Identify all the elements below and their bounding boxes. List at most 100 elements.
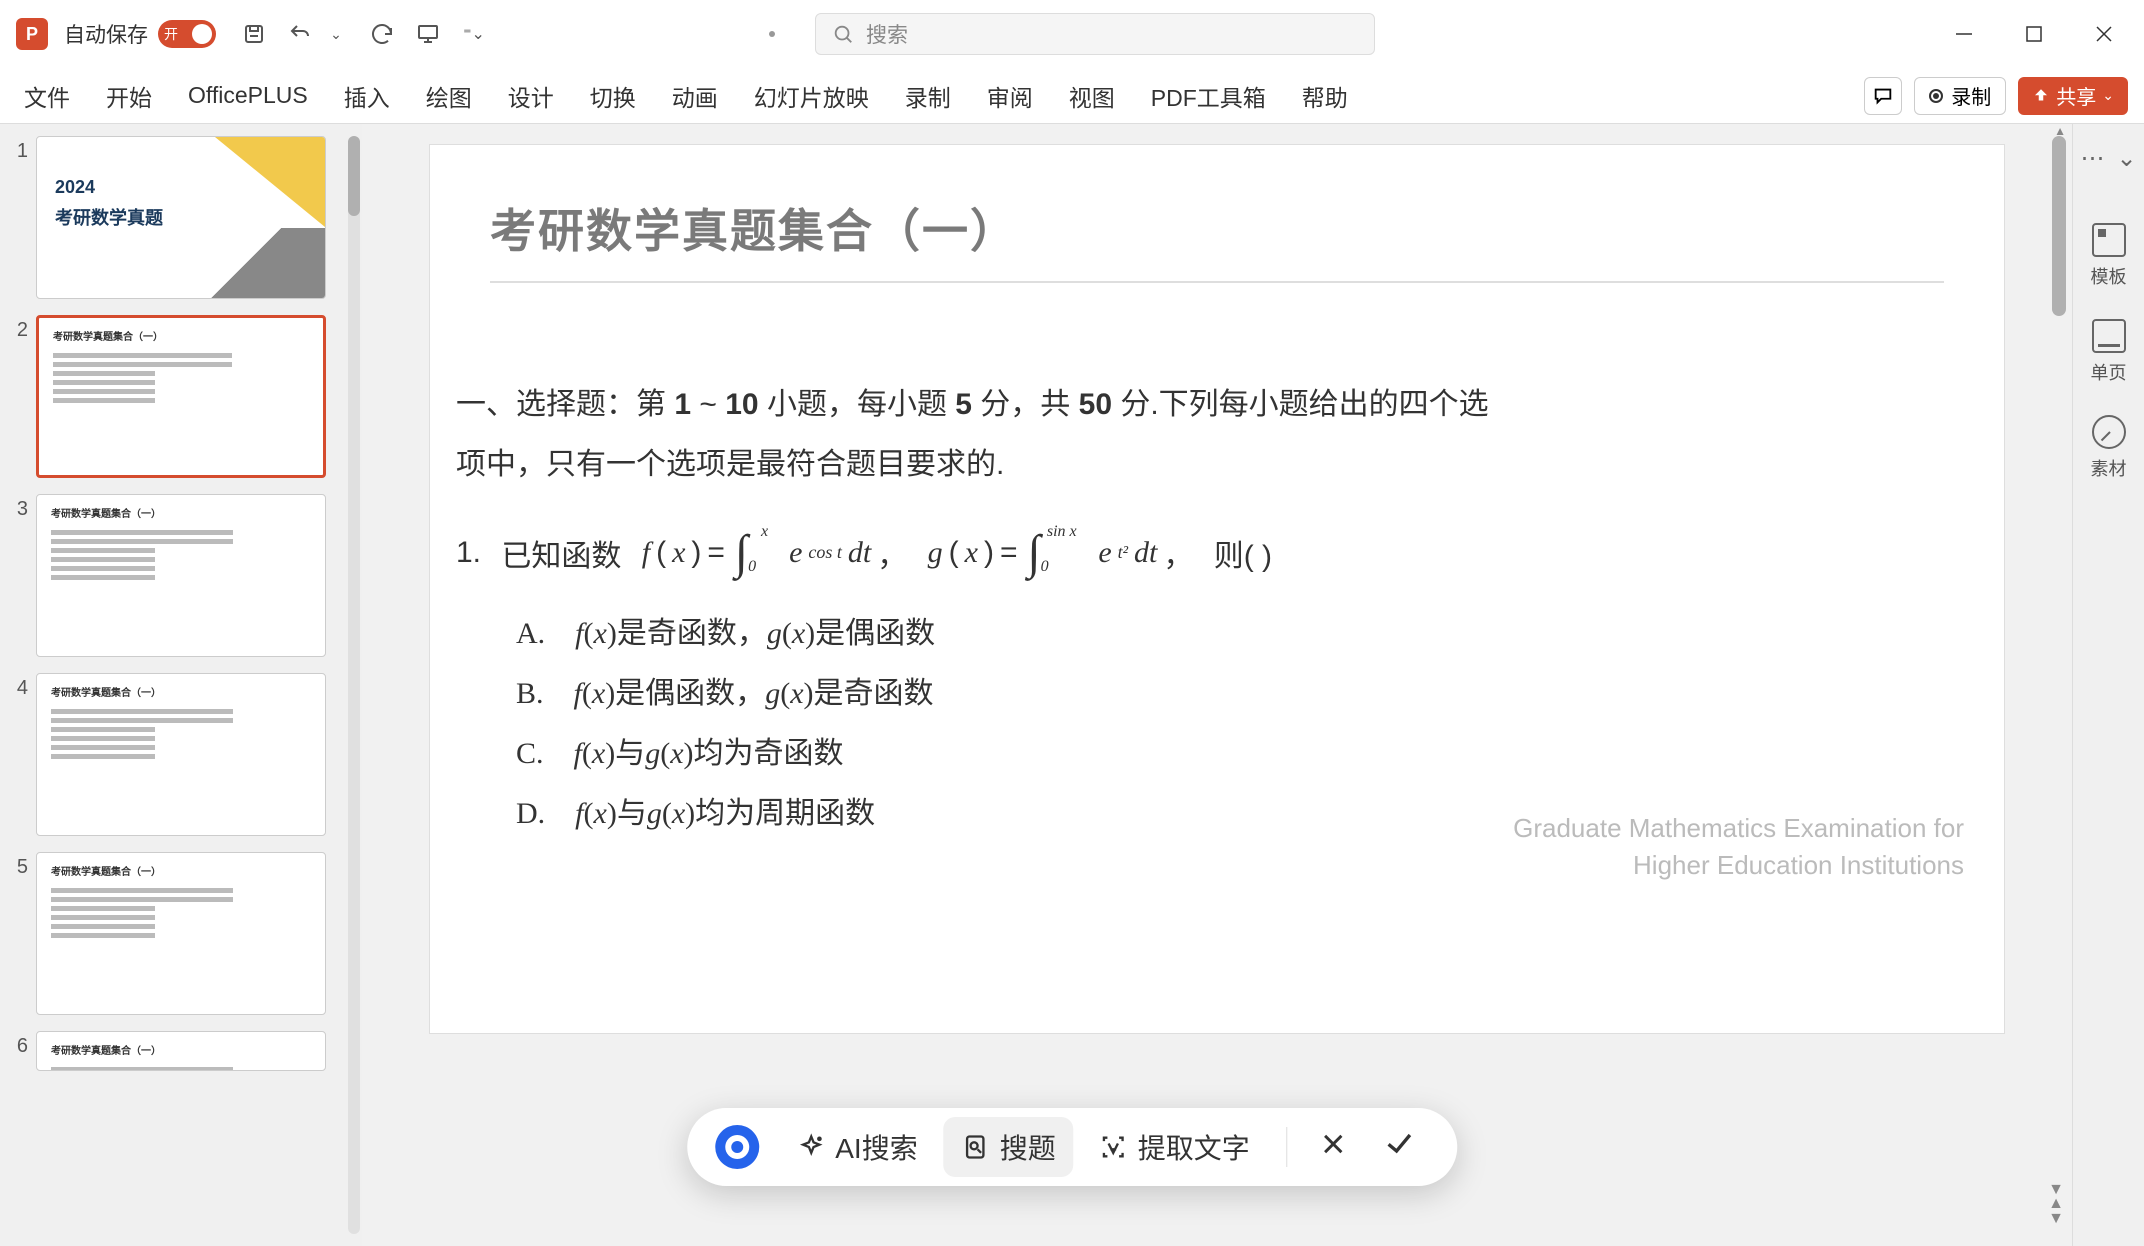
record-label: 录制 (1951, 81, 1991, 110)
thumb-number: 1 (8, 136, 28, 299)
share-icon (2032, 87, 2050, 105)
asset-icon (2092, 415, 2126, 449)
tab-view[interactable]: 视图 (1065, 73, 1119, 119)
tab-animations[interactable]: 动画 (668, 73, 722, 119)
ai-search-button[interactable]: AI搜索 (779, 1117, 935, 1177)
search-question-label: 搜题 (1000, 1127, 1056, 1167)
single-page-icon (2092, 319, 2126, 353)
panel-label: 单页 (2091, 359, 2127, 385)
panel-top-controls: ⋯ ⌄ (2080, 144, 2136, 173)
panel-templates[interactable]: 模板 (2091, 223, 2127, 289)
ai-search-label: AI搜索 (835, 1127, 917, 1167)
tab-pdf[interactable]: PDF工具箱 (1147, 73, 1270, 119)
option-c: C. f(x)与g(x)均为奇函数 (516, 728, 1516, 772)
thumb-number: 3 (8, 494, 28, 657)
record-button[interactable]: 录制 (1914, 77, 2006, 115)
toolbar-divider (1286, 1127, 1287, 1167)
save-icon[interactable] (236, 16, 272, 52)
tab-insert[interactable]: 插入 (340, 73, 394, 119)
thumbnails-scrollbar-track (348, 136, 360, 1234)
tab-record[interactable]: 录制 (901, 73, 955, 119)
option-d: D. f(x)与g(x)均为周期函数 (516, 788, 1516, 832)
thumb-content-title: 考研数学真题集合（一） (53, 328, 309, 343)
tab-draw[interactable]: 绘图 (422, 73, 476, 119)
slide-thumbnail-4[interactable]: 考研数学真题集合（一） (36, 673, 326, 836)
window-controls (1944, 14, 2124, 54)
share-button[interactable]: 共享 ⌄ (2018, 77, 2128, 115)
panel-label: 素材 (2091, 455, 2127, 481)
undo-icon[interactable] (282, 16, 318, 52)
comments-button[interactable] (1864, 77, 1902, 115)
title-center: 搜索 (769, 13, 1375, 55)
option-b: B. f(x)是偶函数，g(x)是奇函数 (516, 668, 1516, 712)
tab-review[interactable]: 审阅 (983, 73, 1037, 119)
search-placeholder: 搜索 (866, 19, 908, 49)
ocr-icon (1100, 1133, 1128, 1161)
minimize-button[interactable] (1944, 14, 1984, 54)
extract-text-label: 提取文字 (1138, 1127, 1250, 1167)
canvas-scrollbar-handle[interactable] (2052, 136, 2066, 316)
app-icon: P (16, 18, 48, 50)
slide-canvas[interactable]: 考研数学真题集合（一） 一、选择题：第 1 ~ 10 小题，每小题 5 分，共 … (362, 124, 2072, 1246)
toolbar-close-button[interactable] (1305, 1121, 1361, 1174)
slide-thumbnail-5[interactable]: 考研数学真题集合（一） (36, 852, 326, 1015)
extract-text-button[interactable]: 提取文字 (1082, 1117, 1268, 1177)
undo-dropdown-icon[interactable]: ⌄ (318, 16, 354, 52)
search-question-button[interactable]: 搜题 (944, 1117, 1074, 1177)
panel-label: 模板 (2091, 263, 2127, 289)
autosave-state: 开 (164, 24, 178, 44)
option-a: A. f(x)是奇函数，g(x)是偶函数 (516, 608, 1516, 652)
document-search-icon (962, 1133, 990, 1161)
titlebar: P 自动保存 开 ⌄ ⁼⌄ 搜索 (0, 0, 2144, 68)
doc-title-indicator (769, 31, 775, 37)
ft-logo-icon[interactable] (715, 1125, 759, 1169)
ribbon-tabs: 文件 开始 OfficePLUS 插入 绘图 设计 切换 动画 幻灯片放映 录制… (0, 68, 2144, 124)
right-panel: ⋯ ⌄ 模板 单页 素材 (2072, 124, 2144, 1246)
tab-help[interactable]: 帮助 (1298, 73, 1352, 119)
slide-thumbnail-6[interactable]: 考研数学真题集合（一） (36, 1031, 326, 1071)
thumb-number: 5 (8, 852, 28, 1015)
slide-thumbnail-1[interactable]: 2024 考研数学真题 (36, 136, 326, 299)
selection-region: 一、选择题：第 1 ~ 10 小题，每小题 5 分，共 50 分.下列每小题给出… (436, 345, 1536, 925)
slide-title: 考研数学真题集合（一） (490, 195, 1944, 283)
slide-thumbnail-2[interactable]: 考研数学真题集合（一） (36, 315, 326, 478)
panel-assets[interactable]: 素材 (2091, 415, 2127, 481)
share-dropdown-icon: ⌄ (2102, 87, 2114, 104)
panel-more-icon[interactable]: ⋯ (2080, 144, 2104, 173)
slide-nav-icon[interactable]: ▼▲▼ (2048, 1183, 2064, 1226)
check-icon (1383, 1127, 1415, 1159)
qat-overflow-icon[interactable]: ⁼⌄ (456, 16, 492, 52)
thumbnails-panel: 1 2024 考研数学真题 2 考研数学真题集合（一） (0, 124, 362, 1246)
options-list: A. f(x)是奇函数，g(x)是偶函数 B. f(x)是偶函数，g(x)是奇函… (456, 608, 1516, 832)
scroll-up-icon[interactable]: ▲ (2054, 124, 2066, 138)
present-icon[interactable] (410, 16, 446, 52)
thumb-content-title: 考研数学真题集合（一） (51, 684, 311, 699)
thumb-content-title: 考研数学真题集合（一） (51, 505, 311, 520)
maximize-button[interactable] (2014, 14, 2054, 54)
tab-design[interactable]: 设计 (504, 73, 558, 119)
slide[interactable]: 考研数学真题集合（一） 一、选择题：第 1 ~ 10 小题，每小题 5 分，共 … (429, 144, 2005, 1034)
search-box[interactable]: 搜索 (815, 13, 1375, 55)
tab-transitions[interactable]: 切换 (586, 73, 640, 119)
panel-single[interactable]: 单页 (2091, 319, 2127, 385)
toolbar-confirm-button[interactable] (1369, 1119, 1429, 1175)
tab-file[interactable]: 文件 (20, 73, 74, 119)
thumb-number: 4 (8, 673, 28, 836)
section-header: 一、选择题：第 1 ~ 10 小题，每小题 5 分，共 50 分.下列每小题给出… (456, 375, 1516, 495)
tab-officeplus[interactable]: OfficePLUS (184, 76, 312, 115)
autosave-toggle[interactable]: 开 (158, 20, 216, 48)
thumb-number: 6 (8, 1031, 28, 1071)
close-icon (1319, 1130, 1347, 1158)
redo-icon[interactable] (364, 16, 400, 52)
panel-collapse-icon[interactable]: ⌄ (2116, 144, 2136, 173)
thumb-content-title: 考研数学真题集合（一） (51, 1042, 311, 1057)
tab-slideshow[interactable]: 幻灯片放映 (750, 73, 873, 119)
tab-home[interactable]: 开始 (102, 73, 156, 119)
thumb-decoration (205, 228, 325, 298)
record-dot-icon (1929, 89, 1943, 103)
ribbon-right: 录制 共享 ⌄ (1864, 77, 2128, 115)
template-icon (2092, 223, 2126, 257)
close-button[interactable] (2084, 14, 2124, 54)
slide-thumbnail-3[interactable]: 考研数学真题集合（一） (36, 494, 326, 657)
thumbnails-scrollbar-handle[interactable] (348, 136, 360, 216)
